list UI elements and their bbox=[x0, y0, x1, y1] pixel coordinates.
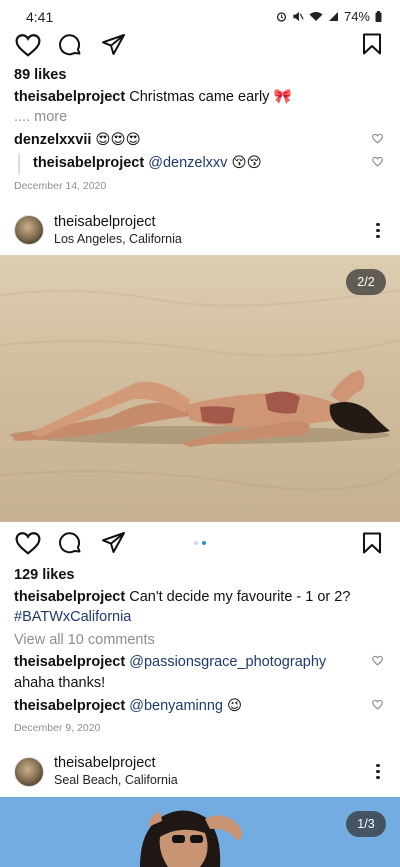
comment-mention[interactable]: @benyaminng bbox=[129, 698, 223, 714]
more-icon bbox=[376, 222, 380, 238]
caption-username[interactable]: theisabelproject bbox=[14, 589, 125, 605]
like-count[interactable]: 129 likes bbox=[14, 567, 74, 583]
wifi-icon bbox=[309, 11, 323, 22]
comment-row: theisabelproject @passionsgrace_photogra… bbox=[14, 653, 364, 672]
comment-row: theisabelproject @benyaminng 😉 bbox=[14, 697, 242, 716]
share-icon bbox=[102, 34, 125, 55]
comment-text: 😉 bbox=[227, 698, 243, 714]
comment-like-button[interactable] bbox=[372, 653, 383, 671]
comment-icon bbox=[59, 34, 81, 56]
status-icons: 74% bbox=[276, 9, 382, 24]
comment-text: ahaha thanks! bbox=[14, 675, 106, 691]
save-button[interactable] bbox=[362, 532, 382, 554]
comment-text: 😍😍😍 bbox=[95, 132, 141, 148]
carousel-indicator bbox=[194, 541, 206, 545]
heart-icon bbox=[15, 34, 41, 57]
post-location[interactable]: Los Angeles, California bbox=[54, 232, 182, 246]
reply-username[interactable]: theisabelproject bbox=[33, 155, 144, 171]
post-username[interactable]: theisabelproject bbox=[54, 755, 156, 771]
like-button[interactable] bbox=[15, 33, 41, 57]
reply-like-button[interactable] bbox=[372, 154, 383, 172]
caption: theisabelproject Can't decide my favouri… bbox=[14, 588, 386, 607]
carousel-dot-active bbox=[202, 541, 206, 545]
caption-text: Can't decide my favourite - 1 or 2? bbox=[129, 589, 351, 605]
caption: theisabelproject Christmas came early 🎀 bbox=[14, 88, 386, 107]
post-photo[interactable]: 1/3 bbox=[0, 797, 400, 867]
post-location[interactable]: Seal Beach, California bbox=[54, 773, 178, 787]
view-all-comments-link[interactable]: View all 10 comments bbox=[14, 631, 155, 650]
photo-counter: 1/3 bbox=[346, 811, 386, 837]
post-date: December 9, 2020 bbox=[14, 722, 101, 734]
comment-mention[interactable]: @passionsgrace_photography bbox=[129, 654, 326, 670]
more-link[interactable]: .... more bbox=[14, 108, 67, 127]
heart-icon bbox=[15, 532, 41, 555]
comment-username[interactable]: theisabelproject bbox=[14, 698, 125, 714]
comment-row: denzelxxvii 😍😍😍 bbox=[14, 131, 141, 150]
avatar[interactable] bbox=[14, 215, 44, 245]
carousel-dot bbox=[194, 541, 198, 545]
like-button[interactable] bbox=[15, 531, 41, 555]
mute-icon bbox=[292, 11, 304, 22]
comment-button[interactable] bbox=[58, 33, 83, 57]
share-button[interactable] bbox=[101, 33, 126, 57]
post-date: December 14, 2020 bbox=[14, 180, 107, 192]
share-button[interactable] bbox=[101, 531, 126, 555]
alarm-icon bbox=[276, 11, 287, 22]
reply-row: theisabelproject @denzelxxv 😚😚 bbox=[33, 154, 262, 173]
beach-photo bbox=[0, 255, 400, 522]
comment-like-button[interactable] bbox=[372, 697, 383, 715]
post-photo[interactable]: 2/2 bbox=[0, 255, 400, 522]
caption-username[interactable]: theisabelproject bbox=[14, 89, 125, 105]
comment-button[interactable] bbox=[58, 531, 83, 555]
battery-level: 74% bbox=[343, 9, 370, 24]
post-username[interactable]: theisabelproject bbox=[54, 214, 156, 230]
reply-thread-line bbox=[18, 153, 20, 175]
caption-text: Christmas came early 🎀 bbox=[129, 89, 292, 105]
comment-icon bbox=[59, 532, 81, 554]
hashtag-link[interactable]: #BATWxCalifornia bbox=[14, 608, 131, 627]
more-icon bbox=[376, 763, 380, 779]
signal-icon bbox=[328, 11, 339, 22]
avatar[interactable] bbox=[14, 757, 44, 787]
comment-username[interactable]: denzelxxvii bbox=[14, 132, 91, 148]
more-options-button[interactable] bbox=[376, 220, 380, 241]
comment-like-button[interactable] bbox=[372, 131, 383, 149]
status-time: 4:41 bbox=[26, 9, 54, 25]
status-bar: 4:41 74% bbox=[0, 0, 400, 34]
bookmark-icon bbox=[363, 532, 381, 554]
heart-icon bbox=[372, 156, 383, 167]
comment-username[interactable]: theisabelproject bbox=[14, 654, 125, 670]
share-icon bbox=[102, 532, 125, 553]
save-button[interactable] bbox=[362, 33, 382, 55]
reply-mention[interactable]: @denzelxxv bbox=[148, 155, 227, 171]
like-count[interactable]: 89 likes bbox=[14, 67, 66, 83]
reply-text: 😚😚 bbox=[231, 155, 262, 171]
heart-icon bbox=[372, 655, 383, 666]
more-options-button[interactable] bbox=[376, 761, 380, 782]
sky-photo bbox=[0, 797, 400, 867]
bookmark-icon bbox=[363, 33, 381, 55]
photo-counter: 2/2 bbox=[346, 269, 386, 295]
heart-icon bbox=[372, 133, 383, 144]
battery-icon bbox=[375, 11, 382, 22]
heart-icon bbox=[372, 699, 383, 710]
